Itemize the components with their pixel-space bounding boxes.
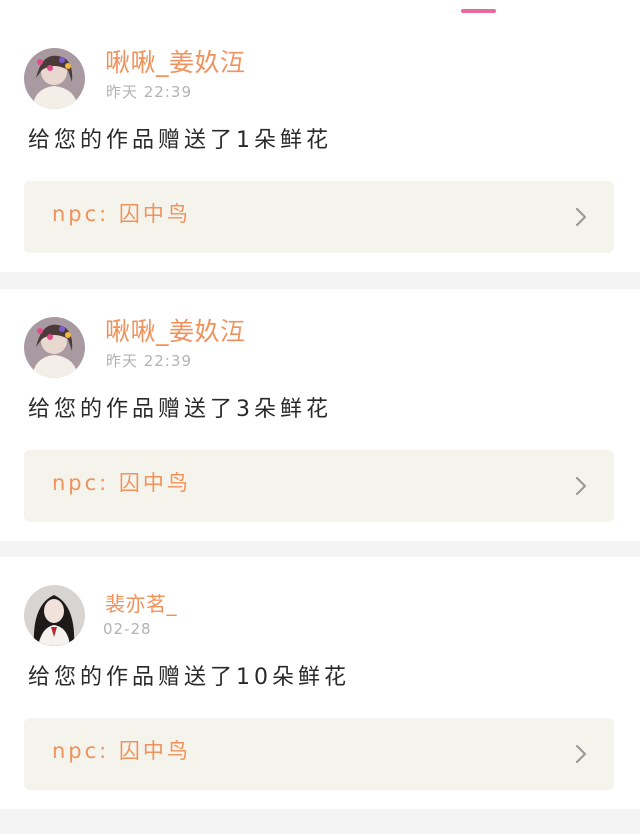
user-avatar[interactable] xyxy=(24,317,85,378)
gift-message: 给您的作品赠送了3朵鲜花 xyxy=(28,397,332,422)
top-tab-area xyxy=(0,0,640,20)
gift-message: 给您的作品赠送了1朵鲜花 xyxy=(28,128,332,153)
timestamp: 昨天 22:39 xyxy=(106,352,192,370)
avatar-image xyxy=(24,48,85,109)
avatar-image xyxy=(24,585,85,646)
notification-card: 裴亦茗_ 02-28 给您的作品赠送了10朵鲜花 npc: 囚中鸟 xyxy=(0,557,640,809)
user-avatar[interactable] xyxy=(24,48,85,109)
work-link[interactable]: npc: 囚中鸟 xyxy=(24,450,614,522)
notification-card: 啾啾_姜奺沍 昨天 22:39 给您的作品赠送了1朵鲜花 npc: 囚中鸟 xyxy=(0,20,640,272)
username[interactable]: 啾啾_姜奺沍 xyxy=(105,48,246,78)
user-avatar[interactable] xyxy=(24,585,85,646)
username[interactable]: 裴亦茗_ xyxy=(105,589,177,619)
active-tab-indicator xyxy=(461,9,496,13)
notification-card: 啾啾_姜奺沍 昨天 22:39 给您的作品赠送了3朵鲜花 npc: 囚中鸟 xyxy=(0,289,640,541)
chevron-right-icon xyxy=(575,476,587,496)
username[interactable]: 啾啾_姜奺沍 xyxy=(105,317,246,347)
gift-message: 给您的作品赠送了10朵鲜花 xyxy=(28,665,350,690)
work-label: npc: 囚中鸟 xyxy=(52,739,191,763)
work-link[interactable]: npc: 囚中鸟 xyxy=(24,181,614,253)
chevron-right-icon xyxy=(575,207,587,227)
work-label: npc: 囚中鸟 xyxy=(52,202,191,226)
avatar-image xyxy=(24,317,85,378)
work-label: npc: 囚中鸟 xyxy=(52,471,191,495)
chevron-right-icon xyxy=(575,744,587,764)
work-link[interactable]: npc: 囚中鸟 xyxy=(24,718,614,790)
timestamp: 昨天 22:39 xyxy=(106,83,192,101)
timestamp: 02-28 xyxy=(103,620,152,638)
